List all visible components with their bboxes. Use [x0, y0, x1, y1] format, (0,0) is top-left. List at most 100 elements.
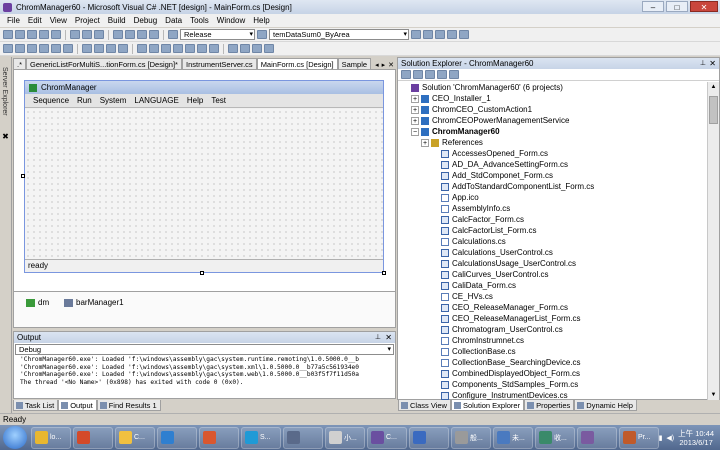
component-barmanager[interactable]: barManager1 — [64, 298, 124, 307]
size-to-grid-icon[interactable] — [118, 44, 128, 53]
expand-toggle-icon[interactable]: + — [421, 138, 429, 147]
align-bottoms-icon[interactable] — [63, 44, 73, 53]
tree-item[interactable]: Solution 'ChromManager60' (6 projects) — [398, 82, 706, 93]
tree-item[interactable]: Calculations.cs — [398, 236, 706, 247]
find-combo[interactable]: temDataSum0_ByArea — [269, 29, 409, 40]
tree-item[interactable]: CombinedDisplayedObject_Form.cs — [398, 368, 706, 379]
tree-item[interactable]: + ChromCEOPowerManagementService — [398, 115, 706, 126]
menu-window[interactable]: Window — [213, 16, 249, 25]
toolbox-icon[interactable] — [435, 30, 445, 39]
tree-item[interactable]: CalculationsUsage_UserControl.cs — [398, 258, 706, 269]
start-button[interactable] — [3, 426, 27, 449]
tree-item[interactable]: CE_HVs.cs — [398, 291, 706, 302]
taskbar-button[interactable]: S... — [241, 426, 281, 449]
pin-icon[interactable]: ⊥ — [375, 332, 381, 343]
align-middles-icon[interactable] — [51, 44, 61, 53]
lock-controls-icon[interactable] — [252, 44, 262, 53]
menu-project[interactable]: Project — [71, 16, 104, 25]
align-rights-icon[interactable] — [27, 44, 37, 53]
increase-spacing-icon[interactable] — [149, 44, 159, 53]
menu-tools[interactable]: Tools — [186, 16, 213, 25]
tree-item[interactable]: App.ico — [398, 192, 706, 203]
form-menu-run[interactable]: Run — [73, 96, 96, 105]
vertical-scrollbar[interactable]: ▲ ▼ — [707, 82, 719, 400]
resize-handle-corner[interactable] — [382, 271, 386, 275]
form-menu-system[interactable]: System — [96, 96, 131, 105]
taskbar-button[interactable] — [409, 426, 449, 449]
taskbar-button[interactable]: 小... — [325, 426, 365, 449]
remove-spacing-icon[interactable] — [173, 44, 183, 53]
tab-sample[interactable]: Sample — [337, 58, 372, 69]
undo-icon[interactable] — [113, 30, 123, 39]
menu-help[interactable]: Help — [249, 16, 273, 25]
expand-toggle-icon[interactable]: + — [411, 116, 419, 125]
tree-item[interactable]: Chromatogram_UserControl.cs — [398, 324, 706, 335]
tree-item[interactable]: Components_StdSamples_Form.cs — [398, 379, 706, 390]
tab-instrument-server[interactable]: InstrumentServer.cs — [181, 58, 257, 69]
refresh-icon[interactable] — [425, 70, 435, 79]
taskbar-button[interactable]: C... — [367, 426, 407, 449]
properties-icon[interactable] — [449, 70, 459, 79]
scroll-thumb[interactable] — [709, 96, 718, 124]
menu-debug[interactable]: Debug — [130, 16, 162, 25]
form-menu-sequence[interactable]: Sequence — [29, 96, 73, 105]
tab-mainform-design[interactable]: MainForm.cs [Design] — [256, 58, 338, 69]
close-tab-icon[interactable]: ✕ — [388, 61, 394, 69]
view-code-icon[interactable] — [401, 70, 411, 79]
taskbar-button[interactable] — [73, 426, 113, 449]
tree-item[interactable]: AccessesOpened_Form.cs — [398, 148, 706, 159]
tree-item[interactable]: Configure_InstrumentDevices.cs — [398, 390, 706, 400]
cut-icon[interactable] — [70, 30, 80, 39]
tab-dynamic-help[interactable]: Dynamic Help — [574, 400, 637, 411]
copy-icon[interactable] — [82, 30, 92, 39]
tree-item[interactable]: AddToStandardComponentList_Form.cs — [398, 181, 706, 192]
toolbar-options-icon[interactable] — [459, 30, 469, 39]
form-menu-help[interactable]: Help — [183, 96, 207, 105]
navigate-forward-icon[interactable] — [149, 30, 159, 39]
taskbar-button[interactable]: Pr... — [619, 426, 659, 449]
tab-order-icon[interactable] — [264, 44, 274, 53]
tree-item[interactable]: AD_DA_AdvanceSettingForm.cs — [398, 159, 706, 170]
output-text[interactable]: 'ChromManager60.exe': Loaded 'f:\windows… — [14, 356, 395, 386]
send-to-back-icon[interactable] — [240, 44, 250, 53]
form-menu-language[interactable]: LANGUAGE — [130, 96, 182, 105]
solution-configuration-combo[interactable]: Release — [180, 29, 255, 40]
class-view-icon[interactable] — [447, 30, 457, 39]
scroll-right-icon[interactable]: ▸ — [382, 61, 386, 69]
redo-icon[interactable] — [125, 30, 135, 39]
save-all-icon[interactable] — [51, 30, 61, 39]
paste-icon[interactable] — [94, 30, 104, 39]
add-item-icon[interactable] — [15, 30, 25, 39]
form-designer[interactable]: ChromManager Sequence Run System LANGUAG… — [13, 69, 396, 292]
form-client-area[interactable] — [25, 109, 383, 259]
decrease-spacing-icon[interactable] — [161, 44, 171, 53]
volume-icon[interactable]: ◀) — [666, 434, 674, 442]
tab-task-list[interactable]: Task List — [13, 400, 59, 411]
taskbar-button[interactable] — [577, 426, 617, 449]
taskbar-button[interactable]: 未... — [493, 426, 533, 449]
make-same-size-icon[interactable] — [106, 44, 116, 53]
expand-toggle-icon[interactable]: + — [411, 94, 419, 103]
network-icon[interactable]: ▮ — [659, 434, 663, 442]
tree-item[interactable]: CollectionBase.cs — [398, 346, 706, 357]
toolbox-tab-icon[interactable]: ✖ — [1, 132, 10, 141]
navigate-back-icon[interactable] — [137, 30, 147, 39]
start-debug-icon[interactable] — [168, 30, 178, 39]
view-designer-icon[interactable] — [413, 70, 423, 79]
scroll-down-icon[interactable]: ▼ — [708, 390, 719, 400]
tree-item[interactable]: CEO_ReleaseManager_Form.cs — [398, 302, 706, 313]
tree-item[interactable]: + CEO_Installer_1 — [398, 93, 706, 104]
tree-item[interactable]: − ChromManager60 — [398, 126, 706, 137]
form-menu-test[interactable]: Test — [207, 96, 230, 105]
tree-item[interactable]: + ChromCEO_CustomAction1 — [398, 104, 706, 115]
tree-item[interactable]: + References — [398, 137, 706, 148]
tree-item[interactable]: Calculations_UserControl.cs — [398, 247, 706, 258]
vertical-spacing-icon[interactable] — [185, 44, 195, 53]
expand-toggle-icon[interactable]: − — [411, 127, 419, 136]
tree-item[interactable]: CalcFactorList_Form.cs — [398, 225, 706, 236]
expand-toggle-icon[interactable]: + — [411, 105, 419, 114]
close-icon[interactable]: ✕ — [709, 58, 716, 69]
center-vertically-icon[interactable] — [209, 44, 219, 53]
taskbar-button[interactable] — [199, 426, 239, 449]
center-horizontally-icon[interactable] — [197, 44, 207, 53]
